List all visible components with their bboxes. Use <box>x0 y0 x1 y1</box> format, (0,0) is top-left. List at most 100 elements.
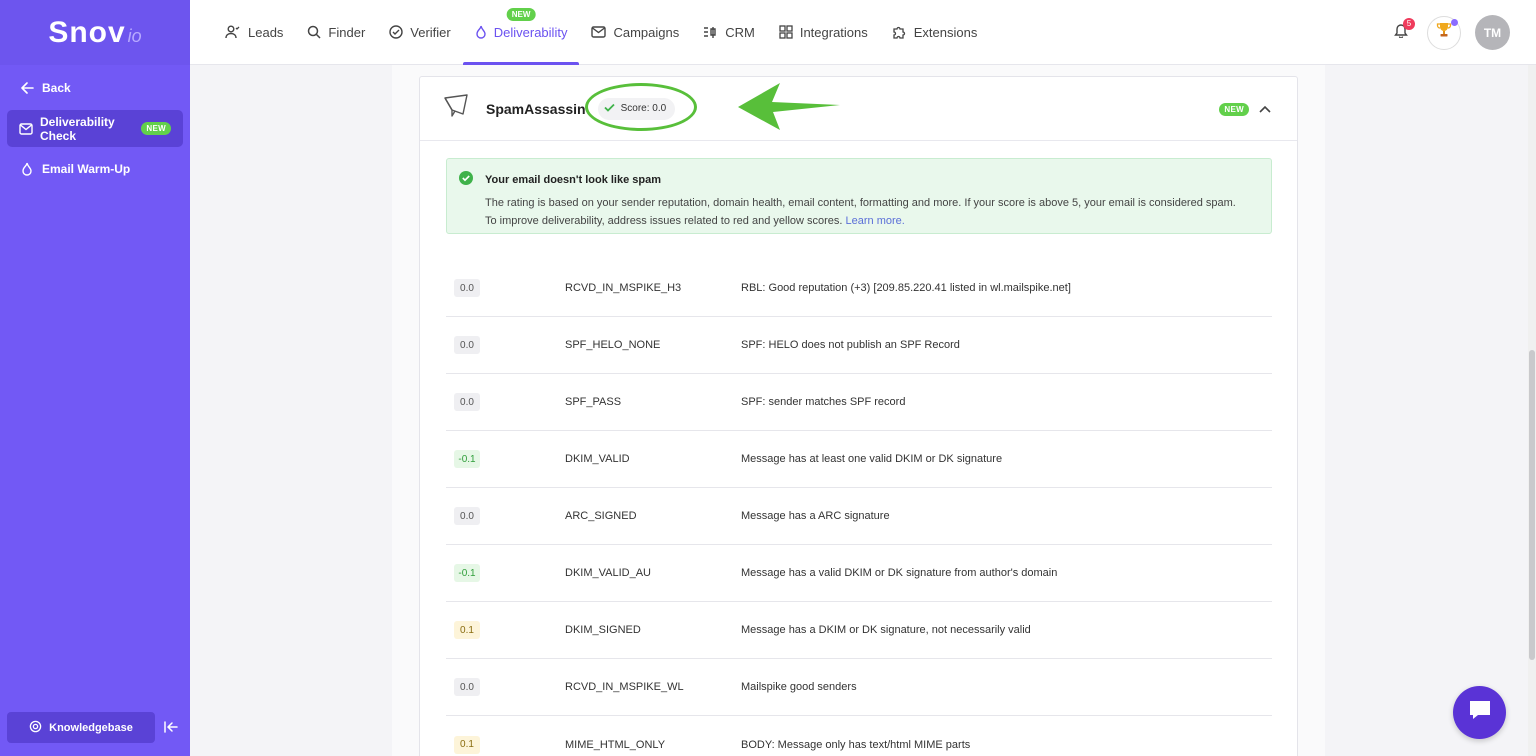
top-navigation: Leads Finder Verifier NEW Deliverability… <box>190 0 1536 65</box>
rule-score: 0.0 <box>454 393 480 411</box>
rule-score: 0.1 <box>454 735 480 754</box>
rewards-button[interactable] <box>1427 15 1461 50</box>
logo-main: Snov <box>48 15 126 49</box>
table-row: 0.0 SPF_HELO_NONE SPF: HELO does not publi… <box>446 317 1272 374</box>
flame-icon <box>19 162 35 176</box>
nav-label: Campaigns <box>613 24 680 40</box>
nav-extensions[interactable]: Extensions <box>880 0 990 65</box>
alert-title: Your email doesn't look like spam <box>485 173 662 186</box>
rule-description: SPF: sender matches SPF record <box>741 396 906 408</box>
rule-name: DKIM_VALID_AU <box>565 567 651 579</box>
table-row: 0.0 RCVD_IN_MSPIKE_H3 RBL: Good reputation… <box>446 260 1272 317</box>
trophy-icon <box>1435 21 1453 44</box>
rule-description: Mailspike good senders <box>741 681 857 693</box>
notification-count: 5 <box>1403 17 1415 30</box>
rule-score: 0.0 <box>454 678 480 696</box>
new-badge: NEW <box>141 122 171 135</box>
nav-finder[interactable]: Finder <box>295 0 377 65</box>
rule-name: SPF_HELO_NONE <box>565 339 661 351</box>
back-label: Back <box>42 81 71 95</box>
collapse-sidebar-icon[interactable] <box>164 720 178 736</box>
nav-crm[interactable]: CRM <box>691 0 767 65</box>
nav-campaigns[interactable]: Campaigns <box>579 0 691 65</box>
nav-verifier[interactable]: Verifier <box>377 0 462 65</box>
snovio-logo[interactable]: Snov io <box>0 0 190 65</box>
table-row: -0.1 DKIM_VALID Message has at least one v… <box>446 431 1272 488</box>
sidebar-item-email-warm-up[interactable]: Email Warm-Up <box>0 150 190 188</box>
spamassassin-icon <box>442 94 470 123</box>
avatar[interactable]: TM <box>1475 15 1510 50</box>
rule-description: Message has a DKIM or DK signature, not … <box>741 624 1031 636</box>
sidebar-item-deliverability-check[interactable]: Deliverability Check NEW <box>7 110 183 147</box>
spam-result-alert: Your email doesn't look like spam The ra… <box>446 158 1272 234</box>
rule-description: RBL: Good reputation (+3) [209.85.220.41… <box>741 282 1071 294</box>
table-row: -0.1 DKIM_VALID_AU Message has a valid DKI… <box>446 545 1272 602</box>
spamassassin-header[interactable]: SpamAssassin Score: 0.0 NEW <box>420 77 1297 141</box>
nav-label: Finder <box>328 24 366 40</box>
chevron-up-icon[interactable] <box>1259 100 1271 118</box>
nav-label: Verifier <box>410 24 451 40</box>
rule-name: MIME_HTML_ONLY <box>565 738 666 751</box>
knowledgebase-button[interactable]: Knowledgebase <box>7 712 155 743</box>
notifications-button[interactable]: 5 <box>1389 17 1415 45</box>
nav-deliverability[interactable]: NEW Deliverability <box>462 0 580 65</box>
rule-score: 0.0 <box>454 507 480 525</box>
scrollbar[interactable] <box>1528 65 1536 756</box>
rule-description: Message has a valid DKIM or DK signature… <box>741 567 1058 579</box>
nav-label: Extensions <box>913 24 978 40</box>
nav-label: Integrations <box>799 24 868 40</box>
mail-check-icon <box>19 122 33 135</box>
scrollbar-thumb[interactable] <box>1529 350 1535 660</box>
rule-score: 0.0 <box>454 279 480 297</box>
flame-icon <box>475 25 487 39</box>
rule-description: Message has at least one valid DKIM or D… <box>741 453 1003 465</box>
rule-score: 0.1 <box>454 621 480 639</box>
table-row: 0.0 SPF_PASS SPF: sender matches SPF recor… <box>446 374 1272 431</box>
rule-description: SPF: HELO does not publish an SPF Record <box>741 339 960 351</box>
learn-more-link[interactable]: Learn more. <box>846 215 905 227</box>
nav-integrations[interactable]: Integrations <box>767 0 880 65</box>
rule-name: DKIM_VALID <box>565 453 630 465</box>
table-row: 0.1 DKIM_SIGNED Message has a DKIM or DK s… <box>446 602 1272 659</box>
rule-name: SPF_PASS <box>565 396 622 408</box>
rule-name: ARC_SIGNED <box>565 510 637 522</box>
check-circle-icon <box>389 25 403 39</box>
table-row: 0.1 MIME_HTML_ONLY BODY: Message only has … <box>446 716 1272 756</box>
crm-icon <box>703 26 718 39</box>
check-icon <box>603 103 615 115</box>
rule-score: -0.1 <box>454 450 480 468</box>
nav-label: Deliverability <box>493 24 568 40</box>
alert-body: The rating is based on your sender reput… <box>485 194 1259 230</box>
rule-score: -0.1 <box>454 564 480 582</box>
rule-name: RCVD_IN_MSPIKE_H3 <box>565 282 682 294</box>
rule-description: BODY: Message only has text/html MIME pa… <box>741 738 971 751</box>
score-value: Score: 0.0 <box>620 103 667 114</box>
highlight-arrow-icon <box>736 81 844 138</box>
new-badge: NEW <box>506 7 536 21</box>
grid-icon <box>779 25 793 39</box>
table-row: 0.0 RCVD_IN_MSPIKE_WL Mailspike good sende… <box>446 659 1272 716</box>
check-circle-icon <box>459 171 473 188</box>
rule-score: 0.0 <box>454 336 480 354</box>
search-icon <box>307 25 321 39</box>
main-content: SpamAssassin Score: 0.0 NEW Your email d… <box>392 65 1325 756</box>
rule-name: DKIM_SIGNED <box>565 624 641 636</box>
sidebar: Snov io Back Deliverability Check NEW Em… <box>0 0 190 756</box>
arrow-left-icon <box>19 82 35 94</box>
chat-icon <box>1467 698 1493 727</box>
nav-leads[interactable]: Leads <box>213 0 295 65</box>
chat-button[interactable] <box>1453 686 1506 739</box>
rule-description: Message has a ARC signature <box>741 510 890 522</box>
nav-label: CRM <box>725 24 755 40</box>
users-icon <box>225 25 241 39</box>
main-nav: Leads Finder Verifier NEW Deliverability… <box>213 0 989 65</box>
card-title: SpamAssassin <box>486 100 586 117</box>
logo-sub: io <box>127 26 142 46</box>
sidebar-item-label: Deliverability Check <box>40 114 115 143</box>
score-badge: Score: 0.0 <box>597 97 676 120</box>
mail-icon <box>591 26 607 38</box>
back-link[interactable]: Back <box>0 69 190 107</box>
nav-label: Leads <box>248 24 284 40</box>
new-badge: NEW <box>1219 102 1249 116</box>
sidebar-item-label: Email Warm-Up <box>42 162 131 176</box>
